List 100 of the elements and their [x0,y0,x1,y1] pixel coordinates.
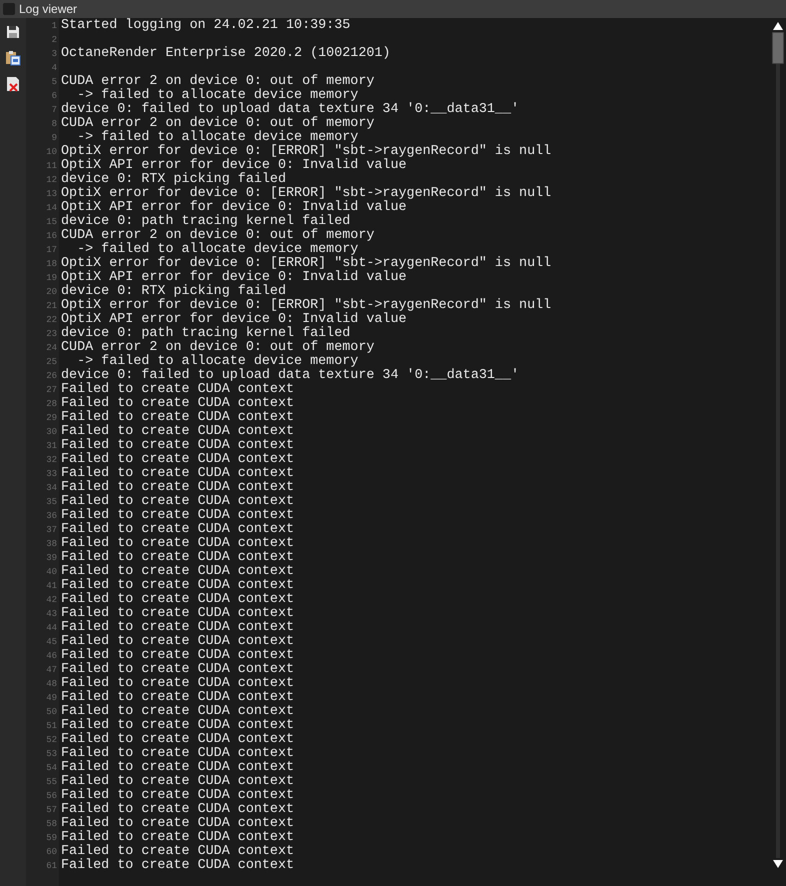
log-line: OptiX error for device 0: [ERROR] "sbt->raygenRecord" is null [61,145,552,159]
log-line: Failed to create CUDA context [61,523,294,537]
line-number: 59 [45,832,58,845]
window-icon [3,3,15,15]
log-line: OptiX API error for device 0: Invalid value [61,201,407,215]
log-line: Failed to create CUDA context [61,453,294,467]
line-number: 34 [45,482,58,495]
line-number: 52 [45,734,58,747]
line-number: 23 [45,328,58,341]
log-line: Failed to create CUDA context [61,845,294,859]
line-number: 41 [45,580,58,593]
line-number: 14 [45,202,58,215]
line-number: 42 [45,594,58,607]
line-number: 53 [45,748,58,761]
log-line: device 0: path tracing kernel failed [61,215,350,229]
log-line: Failed to create CUDA context [61,439,294,453]
line-number: 47 [45,664,58,677]
log-line: Failed to create CUDA context [61,537,294,551]
log-line: Failed to create CUDA context [61,481,294,495]
scroll-down-icon[interactable] [773,860,783,868]
line-number: 11 [45,160,58,173]
line-number: 2 [50,34,58,47]
line-number: 1 [50,20,58,33]
line-number: 27 [45,384,58,397]
line-number: 19 [45,272,58,285]
log-line: device 0: failed to upload data texture 34 '0:__data31__' [61,103,520,117]
line-number: 56 [45,790,58,803]
line-number: 17 [45,244,58,257]
log-line: Failed to create CUDA context [61,747,294,761]
line-number: 60 [45,846,58,859]
line-number: 39 [45,552,58,565]
scroll-up-icon[interactable] [773,22,783,30]
line-number: 18 [45,258,58,271]
log-line: Failed to create CUDA context [61,859,294,873]
log-line: Failed to create CUDA context [61,593,294,607]
log-line: Failed to create CUDA context [61,775,294,789]
line-number: 4 [50,62,58,75]
log-line: CUDA error 2 on device 0: out of memory [61,75,374,89]
log-line: Failed to create CUDA context [61,509,294,523]
line-number: 43 [45,608,58,621]
line-number: 13 [45,188,58,201]
log-line: Failed to create CUDA context [61,663,294,677]
log-line: OptiX error for device 0: [ERROR] "sbt->raygenRecord" is null [61,299,552,313]
log-line: -> failed to allocate device memory [77,355,358,369]
line-number: 61 [45,860,58,873]
line-number: 22 [45,314,58,327]
line-number: 28 [45,398,58,411]
log-line: CUDA error 2 on device 0: out of memory [61,117,374,131]
line-number: 25 [45,356,58,369]
line-number: 48 [45,678,58,691]
line-number: 30 [45,426,58,439]
log-line: OptiX API error for device 0: Invalid value [61,159,407,173]
paste-button[interactable] [3,48,23,68]
line-number: 46 [45,650,58,663]
line-number: 6 [50,90,58,103]
log-line: device 0: RTX picking failed [61,173,286,187]
log-line: -> failed to allocate device memory [77,243,358,257]
log-line: OptiX error for device 0: [ERROR] "sbt->raygenRecord" is null [61,257,552,271]
line-number: 7 [50,104,58,117]
line-number: 26 [45,370,58,383]
log-line: -> failed to allocate device memory [77,131,358,145]
log-line: -> failed to allocate device memory [77,89,358,103]
line-number: 24 [45,342,58,355]
line-number: 54 [45,762,58,775]
log-line: Failed to create CUDA context [61,565,294,579]
log-line: Failed to create CUDA context [61,719,294,733]
log-line: Failed to create CUDA context [61,677,294,691]
line-number: 10 [45,146,58,159]
line-number: 3 [50,48,58,61]
log-line: Failed to create CUDA context [61,831,294,845]
log-line: OptiX API error for device 0: Invalid value [61,313,407,327]
log-line: Failed to create CUDA context [61,803,294,817]
line-number: 57 [45,804,58,817]
line-number: 58 [45,818,58,831]
log-line: Failed to create CUDA context [61,467,294,481]
log-line: Started logging on 24.02.21 10:39:35 [61,19,350,33]
log-line: Failed to create CUDA context [61,705,294,719]
log-line: Failed to create CUDA context [61,817,294,831]
log-line: CUDA error 2 on device 0: out of memory [61,341,374,355]
log-line: OptiX error for device 0: [ERROR] "sbt->raygenRecord" is null [61,187,552,201]
window-title: Log viewer [19,3,78,15]
log-line: Failed to create CUDA context [61,383,294,397]
log-line: Failed to create CUDA context [61,621,294,635]
log-line: device 0: path tracing kernel failed [61,327,350,341]
log-line: Failed to create CUDA context [61,607,294,621]
line-number: 16 [45,230,58,243]
line-number: 9 [50,132,58,145]
line-number: 5 [50,76,58,89]
log-line: Failed to create CUDA context [61,649,294,663]
log-line: device 0: RTX picking failed [61,285,286,299]
log-line: Failed to create CUDA context [61,635,294,649]
log-line: Failed to create CUDA context [61,761,294,775]
log-line: OctaneRender Enterprise 2020.2 (10021201) [61,47,390,61]
scrollbar-thumb[interactable] [772,32,784,64]
line-number: 45 [45,636,58,649]
log-line: Failed to create CUDA context [61,397,294,411]
line-number: 51 [45,720,58,733]
line-number: 8 [50,118,58,131]
line-number: 12 [45,174,58,187]
line-number: 37 [45,524,58,537]
